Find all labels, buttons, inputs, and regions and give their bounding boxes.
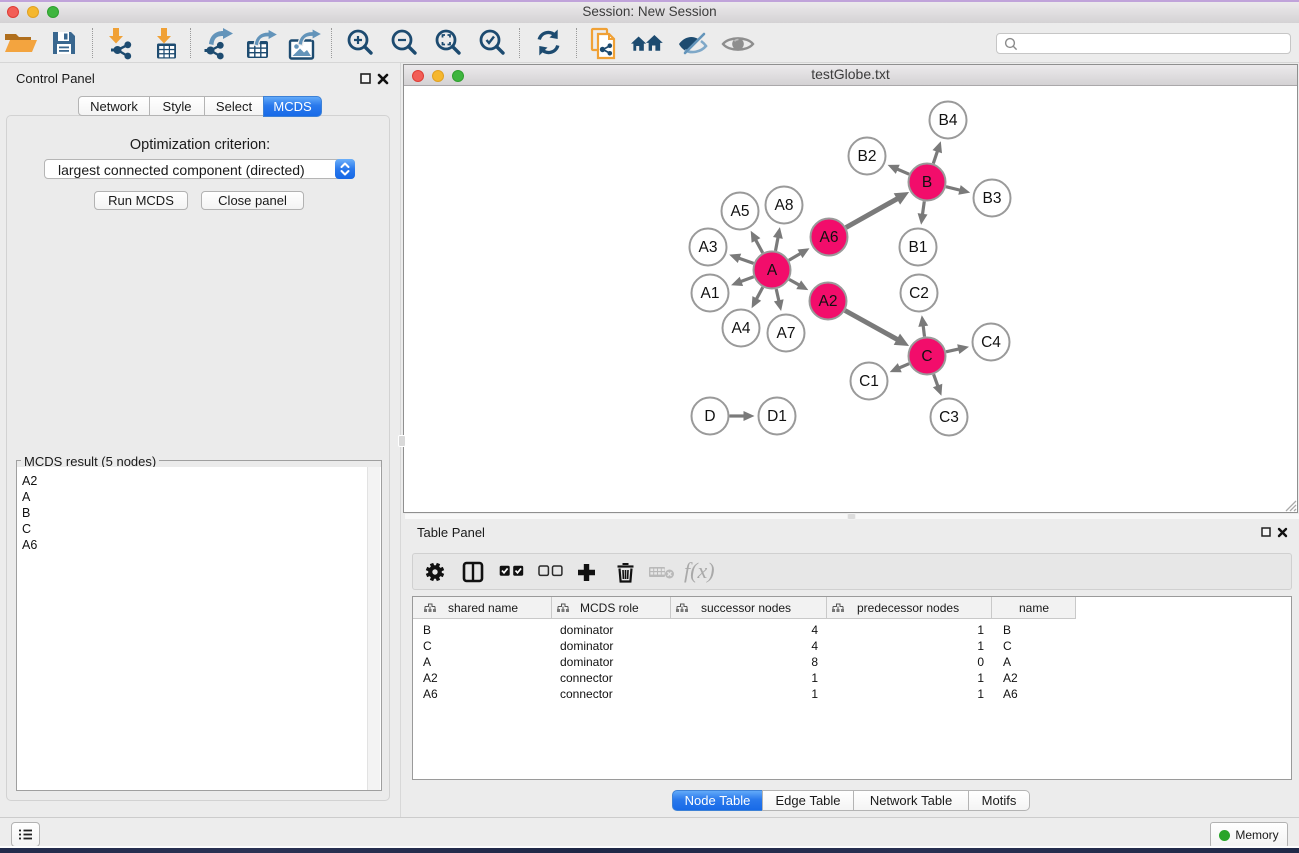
svg-text:C1: C1 [859, 373, 879, 390]
svg-text:B1: B1 [909, 239, 928, 256]
svg-text:C4: C4 [981, 334, 1001, 351]
svg-text:A5: A5 [731, 203, 750, 220]
svg-text:B4: B4 [939, 112, 958, 129]
svg-text:A8: A8 [775, 197, 794, 214]
svg-text:A2: A2 [819, 293, 838, 310]
svg-text:B: B [922, 174, 932, 191]
svg-text:D1: D1 [767, 408, 787, 425]
svg-text:D: D [704, 408, 715, 425]
svg-text:A7: A7 [777, 325, 796, 342]
svg-text:A3: A3 [699, 239, 718, 256]
svg-text:A: A [767, 262, 778, 279]
svg-text:A4: A4 [732, 320, 751, 337]
svg-text:C3: C3 [939, 409, 959, 426]
svg-text:C2: C2 [909, 285, 929, 302]
svg-text:B2: B2 [858, 148, 877, 165]
svg-text:B3: B3 [983, 190, 1002, 207]
svg-text:A6: A6 [820, 229, 839, 246]
svg-text:C: C [921, 348, 932, 365]
svg-text:A1: A1 [701, 285, 720, 302]
